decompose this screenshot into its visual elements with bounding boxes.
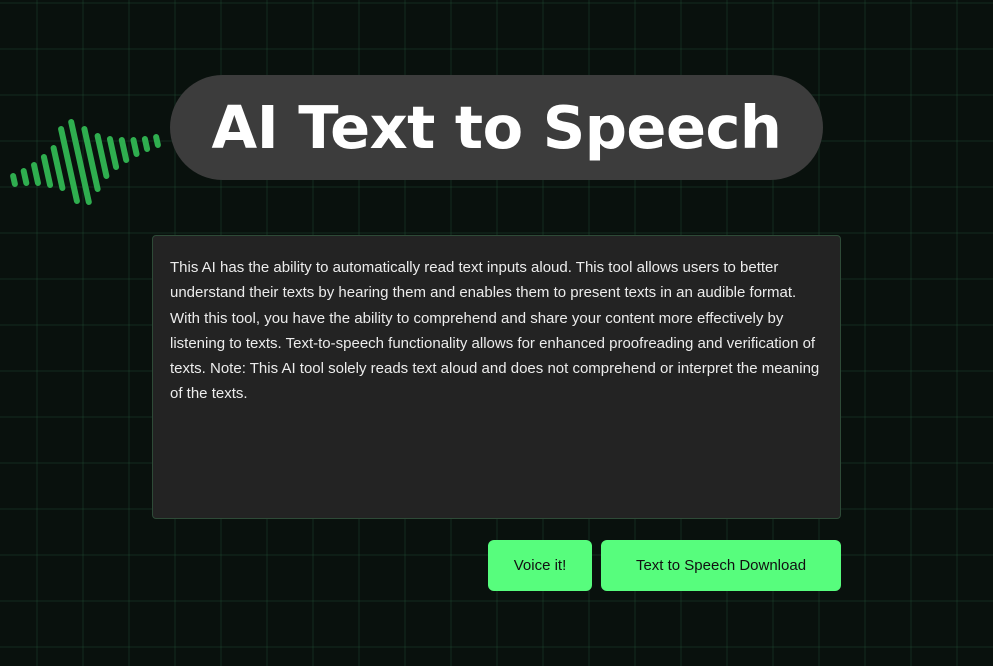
title-banner: AI Text to Speech: [170, 75, 823, 180]
wave-bar: [50, 145, 66, 191]
text-input[interactable]: This AI has the ability to automatically…: [152, 235, 841, 519]
wave-bar: [94, 133, 110, 179]
page-title: AI Text to Speech: [211, 93, 782, 162]
wave-bar: [40, 154, 54, 188]
sound-wave-icon: [845, 470, 993, 570]
wave-bar: [20, 168, 30, 186]
wave-bar: [130, 137, 140, 157]
wave-bar: [118, 137, 130, 163]
text-to-speech-download-button[interactable]: Text to Speech Download: [601, 540, 841, 591]
voice-it-button[interactable]: Voice it!: [488, 540, 592, 591]
wave-bar: [153, 134, 161, 148]
wave-bar: [31, 162, 41, 186]
wave-bar: [10, 173, 18, 187]
wave-bar: [106, 136, 120, 170]
sound-wave-icon: [10, 119, 161, 205]
wave-bar: [141, 136, 151, 152]
